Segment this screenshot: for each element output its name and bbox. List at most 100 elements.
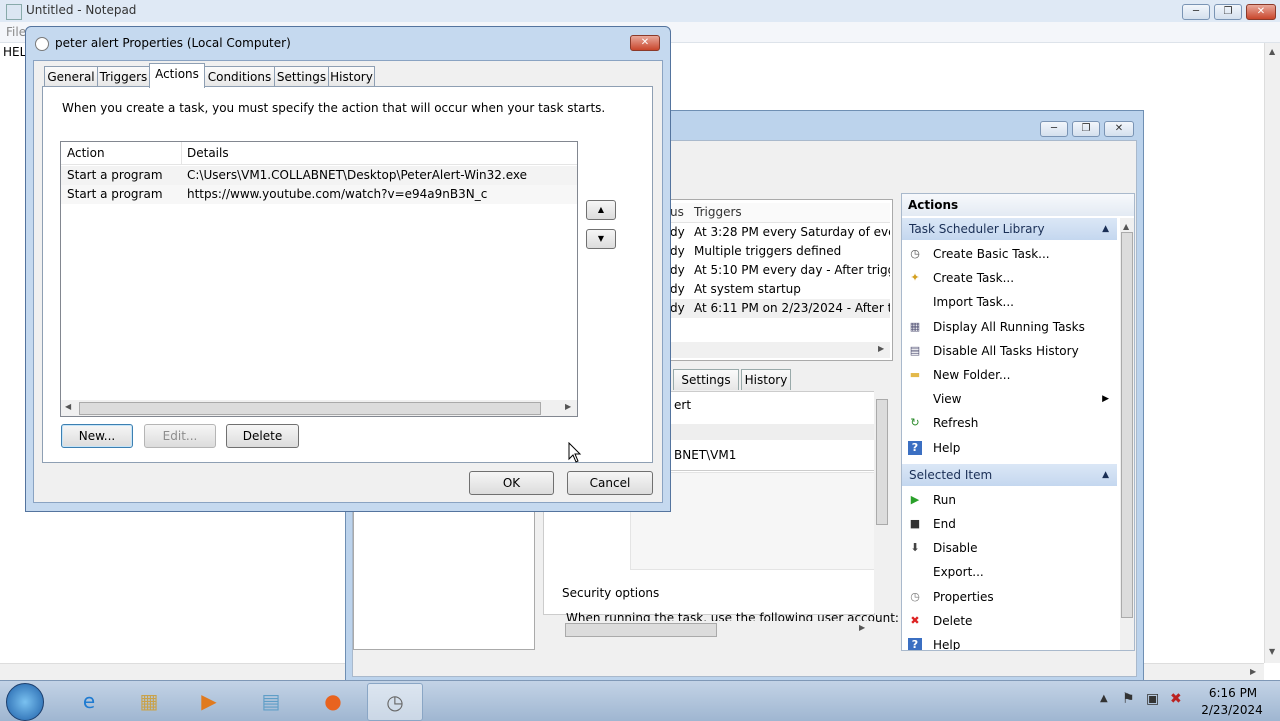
internet-explorer-icon[interactable]: e [62, 683, 116, 719]
move-down-button[interactable]: ▼ [586, 229, 616, 249]
tab-settings[interactable]: Settings [274, 66, 329, 87]
ts-task-row[interactable]: dy At system startup [670, 280, 890, 299]
ts-detail-hscroll-thumb[interactable] [565, 623, 717, 637]
ts-task-trigger: At system startup [694, 282, 801, 296]
media-player-icon[interactable]: ▶ [182, 683, 236, 719]
delete-action-button[interactable]: Delete [226, 424, 299, 448]
column-header-action[interactable]: Action [67, 142, 105, 164]
ts-action-import-task[interactable]: Import Task... [902, 290, 1117, 314]
collapse-icon[interactable]: ▲ [1102, 464, 1109, 486]
scroll-up-icon[interactable]: ▲ [1123, 222, 1129, 231]
file-explorer-icon[interactable]: ▦ [122, 683, 176, 719]
ts-task-row[interactable]: dy At 5:10 PM every day - After triggered [670, 261, 890, 280]
scroll-down-icon[interactable]: ▼ [1269, 647, 1275, 656]
ts-task-row[interactable]: dy Multiple triggers defined [670, 242, 890, 261]
tab-triggers[interactable]: Triggers [97, 66, 150, 87]
ts-task-row[interactable]: dy At 6:11 PM on 2/23/2024 - After trigge [670, 299, 890, 318]
notepad-menu-file[interactable]: File [6, 25, 26, 39]
notepad-maximize-button[interactable]: ❐ [1214, 4, 1242, 20]
dialog-close-button[interactable]: ✕ [630, 35, 660, 51]
ts-action-label: Import Task... [933, 295, 1014, 310]
ts-minimize-button[interactable]: ─ [1040, 121, 1068, 137]
ts-tab-history[interactable]: History [741, 369, 791, 390]
ts-detail-vscroll[interactable] [874, 391, 888, 613]
action-row[interactable]: Start a program C:\Users\VM1.COLLABNET\De… [61, 166, 577, 185]
ts-action-create-basic-task[interactable]: ◷ Create Basic Task... [902, 242, 1117, 266]
ts-task-list[interactable]: us Triggers dy At 3:28 PM every Saturday … [669, 199, 893, 361]
scroll-right-icon[interactable]: ▶ [1250, 667, 1256, 676]
ts-action-delete[interactable]: ✖ Delete [902, 609, 1117, 633]
ts-action-disable[interactable]: ⬇ Disable [902, 536, 1117, 560]
ts-folder-tree[interactable] [353, 511, 535, 650]
ts-maximize-button[interactable]: ❐ [1072, 121, 1100, 137]
column-divider[interactable] [181, 142, 182, 164]
ts-action-new-folder[interactable]: ▬ New Folder... [902, 363, 1117, 387]
notepad-minimize-button[interactable]: ─ [1182, 4, 1210, 20]
ts-task-trigger: Multiple triggers defined [694, 244, 842, 258]
ts-detail-vscroll-thumb[interactable] [876, 399, 888, 525]
ts-action-refresh[interactable]: ↻ Refresh [902, 411, 1117, 435]
tab-conditions[interactable]: Conditions [204, 66, 275, 87]
tab-actions[interactable]: Actions [149, 63, 205, 88]
ts-action-create-task[interactable]: ✦ Create Task... [902, 266, 1117, 290]
tab-history[interactable]: History [328, 66, 375, 87]
dialog-title: peter alert Properties (Local Computer) [55, 36, 291, 50]
notepad-close-button[interactable]: ✕ [1246, 4, 1276, 20]
edit-action-button[interactable]: Edit... [144, 424, 216, 448]
notepad-taskbar-icon[interactable]: ▤ [244, 683, 298, 719]
tray-expand-icon[interactable]: ▲ [1100, 693, 1108, 704]
ts-detail-hscroll[interactable]: ▶ [553, 621, 873, 637]
task-scheduler-taskbar-icon[interactable]: ◷ [367, 683, 423, 721]
volume-muted-icon[interactable]: ✖ [1170, 691, 1182, 707]
ts-library-section-header[interactable]: Task Scheduler Library ▲ [902, 218, 1117, 240]
ts-action-help[interactable]: ? Help [902, 436, 1117, 460]
scroll-right-icon[interactable]: ▶ [565, 402, 571, 411]
new-action-button[interactable]: New... [61, 424, 133, 448]
start-button[interactable] [6, 683, 44, 721]
scroll-up-icon[interactable]: ▲ [1269, 47, 1275, 56]
scroll-right-icon[interactable]: ▶ [878, 344, 884, 353]
ts-task-trigger: At 3:28 PM every Saturday of every we [694, 225, 890, 239]
delete-icon: ✖ [910, 613, 920, 627]
tab-general[interactable]: General [44, 66, 98, 87]
scroll-right-icon[interactable]: ▶ [859, 623, 865, 632]
ts-action-display-all-running-tasks[interactable]: ▦ Display All Running Tasks [902, 315, 1117, 339]
action-row[interactable]: Start a program https://www.youtube.com/w… [61, 185, 577, 204]
notepad-title-bar[interactable]: Untitled - Notepad ─ ❐ ✕ [0, 0, 1280, 23]
ts-close-button[interactable]: ✕ [1104, 121, 1134, 137]
ts-action-run[interactable]: ▶ Run [902, 488, 1117, 512]
actions-list-hscroll[interactable]: ◀ ▶ [61, 400, 577, 416]
notepad-vertical-scrollbar[interactable]: ▲ ▼ [1264, 43, 1280, 663]
column-header-details[interactable]: Details [187, 142, 229, 164]
ts-action-disable-all-tasks-history[interactable]: ▤ Disable All Tasks History [902, 339, 1117, 363]
ts-action-help[interactable]: ? Help [902, 633, 1117, 650]
scroll-left-icon[interactable]: ◀ [65, 402, 71, 411]
ts-header-status[interactable]: us [670, 203, 684, 222]
ts-list-hscroll[interactable]: ▶ [670, 342, 890, 358]
action-type: Start a program [67, 168, 163, 182]
ts-action-end[interactable]: ■ End [902, 512, 1117, 536]
ts-action-view[interactable]: View ▶ [902, 387, 1117, 411]
actions-list[interactable]: Action Details Start a program C:\Users\V… [60, 141, 578, 417]
ts-tab-settings[interactable]: Settings [673, 369, 739, 390]
ts-selected-section-header[interactable]: Selected Item ▲ [902, 463, 1117, 486]
cancel-button[interactable]: Cancel [567, 471, 653, 495]
ts-action-label: Export... [933, 565, 984, 580]
move-up-button[interactable]: ▲ [586, 200, 616, 220]
action-center-flag-icon[interactable]: ⚑ [1122, 691, 1135, 707]
network-icon[interactable]: ▣ [1146, 691, 1159, 707]
ok-button[interactable]: OK [469, 471, 554, 495]
collapse-icon[interactable]: ▲ [1102, 218, 1109, 240]
notepad-text[interactable]: HEL [3, 45, 26, 59]
ts-action-properties[interactable]: ◷ Properties [902, 585, 1117, 609]
firefox-icon[interactable]: ● [306, 683, 360, 719]
ts-task-row[interactable]: dy At 3:28 PM every Saturday of every we [670, 223, 890, 242]
ts-header-triggers[interactable]: Triggers [694, 203, 742, 222]
ts-actions-vscroll-thumb[interactable] [1121, 232, 1133, 618]
ts-actions-vscroll[interactable]: ▲ [1120, 218, 1134, 650]
ts-action-export[interactable]: Export... [902, 560, 1117, 584]
clock-date[interactable]: 2/23/2024 [1200, 703, 1264, 717]
clock-time[interactable]: 6:16 PM [1208, 686, 1258, 700]
actions-list-hscroll-thumb[interactable] [79, 402, 541, 415]
help-icon: ? [908, 638, 922, 650]
